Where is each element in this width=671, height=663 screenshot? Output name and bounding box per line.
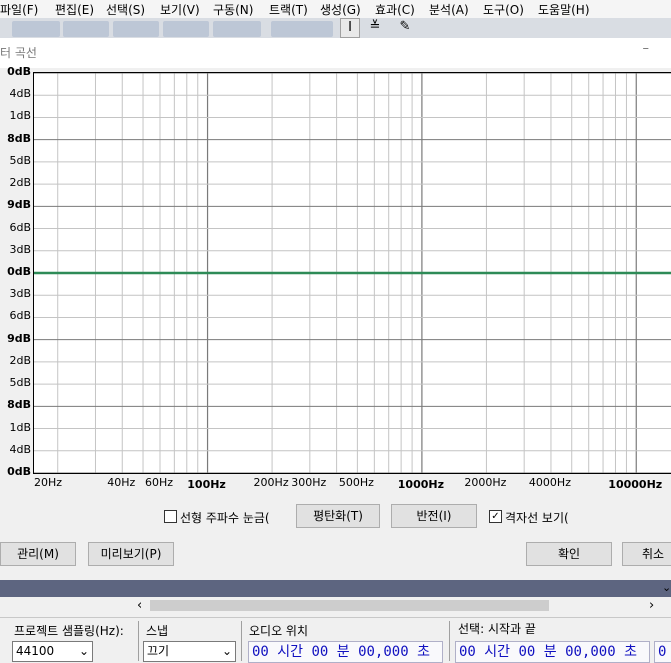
y-tick-label: 6dB (9, 220, 31, 234)
show-grid-label: 격자선 보기( (505, 511, 569, 525)
y-tick-label: 4dB (9, 87, 31, 101)
selection-label-box: 선택: 시작과 끝 (455, 620, 671, 639)
y-tick-label: 1dB (9, 109, 31, 123)
scroll-down-icon[interactable]: ⌄ (662, 581, 671, 594)
manage-button[interactable]: 관리(M) (0, 542, 76, 566)
show-grid-checkbox[interactable]: ✓ (489, 510, 502, 523)
selection-start-value: 00 시간 00 분 00,000 초 (459, 644, 637, 660)
y-tick-label: 8dB (7, 131, 31, 145)
dialog-titlebar: 터 곡선 – (0, 38, 671, 68)
flatten-button[interactable]: 평탄화(T) (296, 504, 380, 528)
toolbar-strip (0, 18, 671, 38)
dialog-title: 터 곡선 (0, 46, 37, 60)
project-rate-select[interactable]: 44100 ⌄ (12, 641, 93, 662)
y-tick-label: 0dB (7, 465, 31, 478)
toolbar-separator (241, 621, 242, 661)
y-tick-label: 2dB (9, 176, 31, 190)
y-tick-label: 5dB (9, 376, 31, 390)
menu-item[interactable]: 도구(O) (483, 1, 524, 18)
linear-frequency-label: 선형 주파수 눈금( (180, 511, 270, 525)
x-tick-label: 4000Hz (528, 476, 571, 489)
project-rate-value: 44100 (16, 644, 55, 658)
snap-select[interactable]: 끄기 ⌄ (143, 641, 236, 662)
y-tick-label: 3dB (9, 242, 31, 256)
y-tick-label: 6dB (9, 309, 31, 323)
selection-tool-icon[interactable]: I (340, 18, 360, 38)
draw-tool-icon[interactable]: ✎ (396, 18, 414, 36)
selection-end-field[interactable]: 0 (654, 641, 671, 663)
y-tick-label: 2dB (9, 353, 31, 367)
toolbar-separator (449, 621, 450, 661)
x-tick-label: 300Hz (291, 476, 327, 489)
preview-button[interactable]: 미리보기(P) (88, 542, 174, 566)
scroll-left-icon[interactable]: ‹ (137, 598, 142, 613)
menu-item[interactable]: 선택(S) (106, 1, 145, 18)
chevron-down-icon: ⌄ (78, 644, 89, 658)
y-tick-label: 5dB (9, 153, 31, 167)
y-tick-label: 0dB (7, 65, 31, 78)
x-tick-label: 20Hz (33, 476, 63, 489)
toolbar-button[interactable] (271, 21, 333, 37)
selection-end-value: 0 (658, 644, 667, 660)
menu-item[interactable]: 분석(A) (429, 1, 469, 18)
toolbar-button[interactable] (213, 21, 261, 37)
menu-item[interactable]: 트랙(T) (269, 1, 308, 18)
linear-frequency-checkbox[interactable] (164, 510, 177, 523)
menu-item[interactable]: 파일(F) (0, 1, 38, 18)
selection-start-field[interactable]: 00 시간 00 분 00,000 초 (455, 641, 650, 663)
chevron-down-icon: ⌄ (221, 644, 232, 658)
snap-value: 끄기 (147, 644, 170, 658)
menu-item[interactable]: 생성(G) (320, 1, 361, 18)
project-rate-label: 프로젝트 샘플링(Hz): (14, 624, 124, 638)
menu-item[interactable]: 도움말(H) (538, 1, 590, 18)
audio-position-field[interactable]: 00 시간 00 분 00,000 초 (248, 641, 443, 663)
y-tick-label: 9dB (7, 331, 31, 345)
y-tick-label: 3dB (9, 287, 31, 301)
y-tick-label: 4dB (9, 442, 31, 456)
y-tick-label: 8dB (7, 398, 31, 412)
menu-item[interactable]: 효과(C) (375, 1, 415, 18)
scroll-right-icon[interactable]: › (649, 598, 654, 613)
menu-item[interactable]: 보기(V) (160, 1, 200, 18)
menu-item[interactable]: 편집(E) (55, 1, 94, 18)
toolbar-button[interactable] (113, 21, 159, 37)
x-tick-label: 100Hz (187, 478, 226, 491)
menu-bar: 파일(F) 편집(E) 선택(S) 보기(V) 구동(N) 트랙(T) 생성(G) 효과(C)… (0, 0, 671, 18)
toolbar-button[interactable] (63, 21, 109, 37)
toolbar-separator (138, 621, 139, 661)
envelope-tool-icon[interactable]: ≚ (366, 18, 384, 36)
eq-graph[interactable] (33, 72, 671, 474)
x-tick-label: 40Hz (107, 476, 136, 489)
cancel-button[interactable]: 취소 (622, 542, 671, 566)
invert-button[interactable]: 반전(I) (391, 504, 477, 528)
menu-item[interactable]: 구동(N) (213, 1, 253, 18)
audio-position-value: 00 시간 00 분 00,000 초 (252, 644, 430, 660)
y-tick-label: 9dB (7, 198, 31, 212)
x-tick-label: 500Hz (338, 476, 374, 489)
selection-label: 선택: 시작과 끝 (458, 622, 536, 636)
snap-label: 스냅 (146, 624, 169, 638)
track-area (0, 580, 671, 597)
x-tick-label: 200Hz (253, 476, 289, 489)
x-tick-label: 10000Hz (608, 478, 663, 491)
minimize-button[interactable]: – (643, 41, 650, 56)
audio-position-label: 오디오 위치 (249, 624, 309, 638)
y-tick-label: 0dB (7, 265, 31, 278)
scrollbar-thumb[interactable] (150, 600, 549, 611)
x-tick-label: 60Hz (144, 476, 174, 489)
toolbar-button[interactable] (12, 21, 60, 37)
toolbar-button[interactable] (163, 21, 209, 37)
ok-button[interactable]: 확인 (526, 542, 612, 566)
eq-graph-canvas[interactable] (34, 73, 671, 473)
x-tick-label: 1000Hz (397, 478, 445, 491)
x-tick-label: 2000Hz (464, 476, 507, 489)
y-tick-label: 1dB (9, 420, 31, 434)
